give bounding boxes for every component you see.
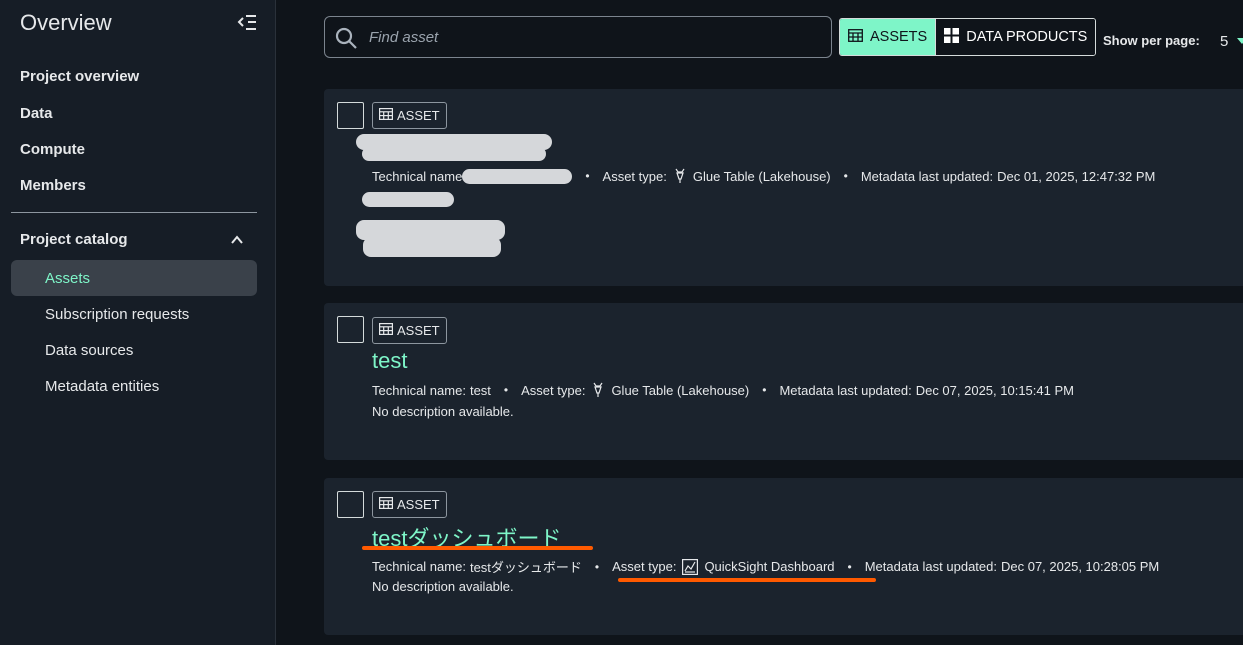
per-page-label: Show per page:	[1103, 33, 1200, 48]
sidebar-item-subscription-requests[interactable]: Subscription requests	[45, 306, 189, 323]
asset-type-value: Glue Table (Lakehouse)	[692, 168, 831, 184]
asset-card: ASSET test Technical name: test • Asset …	[324, 303, 1243, 460]
separator-dot: •	[762, 383, 767, 397]
sidebar-item-members[interactable]: Members	[20, 177, 86, 194]
asset-card: ASSET testダッシュボード Technical name: testダッ…	[324, 478, 1243, 635]
asset-type-label: Asset type:	[521, 382, 586, 398]
asset-badge-label: ASSET	[397, 108, 440, 123]
sidebar-section-label: Project catalog	[20, 231, 128, 248]
technical-name-label: Technical name:	[372, 559, 466, 574]
sidebar-item-project-overview[interactable]: Project overview	[20, 68, 139, 85]
tab-data-products-label: DATA PRODUCTS	[966, 29, 1088, 45]
glue-icon	[673, 168, 687, 184]
asset-checkbox[interactable]	[337, 491, 364, 518]
updated-label: Metadata last updated:	[864, 559, 997, 574]
caret-down-icon[interactable]	[1237, 38, 1243, 44]
separator-dot: •	[847, 559, 852, 574]
sidebar-title: Overview	[20, 10, 112, 35]
collapse-sidebar-icon[interactable]	[236, 12, 258, 34]
tab-assets-label: ASSETS	[870, 29, 928, 45]
table-icon	[379, 497, 394, 512]
sidebar-item-assets[interactable]: Assets	[45, 270, 90, 287]
separator-dot: •	[503, 383, 509, 397]
separator-dot: •	[585, 169, 590, 183]
sidebar-item-compute[interactable]: Compute	[20, 141, 85, 158]
redacted-description	[362, 192, 454, 207]
tab-assets[interactable]: ASSETS	[840, 19, 936, 55]
sidebar-section-project-catalog[interactable]: Project catalog	[20, 231, 248, 251]
table-icon	[379, 108, 394, 123]
asset-badge-label: ASSET	[397, 323, 440, 338]
sidebar-divider	[11, 212, 257, 213]
asset-badge: ASSET	[372, 317, 447, 344]
per-page-select[interactable]: 5	[1220, 33, 1228, 50]
table-icon	[379, 323, 394, 338]
asset-checkbox[interactable]	[337, 316, 364, 343]
asset-badge-label: ASSET	[397, 497, 440, 512]
highlight-underline-asset-type	[618, 578, 876, 582]
updated-label: Metadata last updated:	[860, 168, 994, 184]
redacted-title-2	[362, 147, 546, 161]
asset-title-link[interactable]: test	[372, 348, 407, 374]
search-icon	[334, 26, 358, 50]
asset-card: ASSET Technical name • Asset type: Glue …	[324, 89, 1243, 286]
dashboard-icon	[682, 558, 699, 575]
asset-type-value: QuickSight Dashboard	[704, 559, 835, 574]
separator-dot: •	[843, 169, 848, 183]
asset-type-label: Asset type:	[602, 168, 667, 184]
sidebar-item-data[interactable]: Data	[20, 105, 53, 122]
technical-name-value: test	[469, 382, 491, 398]
sidebar-item-data-sources[interactable]: Data sources	[45, 342, 133, 359]
asset-meta-row: Technical name: test • Asset type: Glue …	[372, 382, 1074, 398]
technical-name-label: Technical name	[372, 168, 463, 184]
asset-meta-row: Technical name • Asset type: Glue Table …	[372, 168, 1155, 184]
tab-data-products[interactable]: DATA PRODUCTS	[935, 19, 1096, 55]
technical-name-label: Technical name:	[372, 382, 466, 398]
asset-badge: ASSET	[372, 491, 447, 518]
search-input[interactable]	[369, 25, 809, 49]
asset-type-value: Glue Table (Lakehouse)	[611, 382, 750, 398]
asset-type-label: Asset type:	[612, 559, 677, 574]
updated-value: Dec 07, 2025, 10:28:05 PM	[1000, 559, 1160, 574]
asset-description: No description available.	[372, 404, 514, 419]
view-toggle: ASSETS DATA PRODUCTS	[839, 18, 1097, 56]
asset-meta-row: Technical name: testダッシュボード • Asset type…	[372, 557, 1159, 576]
asset-description: No description available.	[372, 579, 514, 594]
updated-label: Metadata last updated:	[779, 382, 912, 398]
grid-icon	[944, 27, 960, 47]
highlight-underline-title	[362, 546, 593, 550]
asset-badge: ASSET	[372, 102, 447, 129]
technical-name-value: testダッシュボード	[469, 560, 582, 575]
redacted-technical-name	[462, 168, 573, 184]
sidebar-item-metadata-entities[interactable]: Metadata entities	[45, 378, 159, 395]
asset-checkbox[interactable]	[337, 102, 364, 129]
search-box	[324, 16, 832, 58]
table-icon	[848, 28, 863, 46]
redacted-block-2	[363, 237, 501, 257]
updated-value: Dec 07, 2025, 10:15:41 PM	[915, 382, 1074, 398]
glue-icon	[591, 382, 605, 398]
updated-value: Dec 01, 2025, 12:47:32 PM	[997, 168, 1156, 184]
chevron-up-icon	[230, 233, 244, 247]
sidebar: Overview Project overview Data Compute M…	[0, 0, 276, 645]
separator-dot: •	[594, 559, 600, 574]
